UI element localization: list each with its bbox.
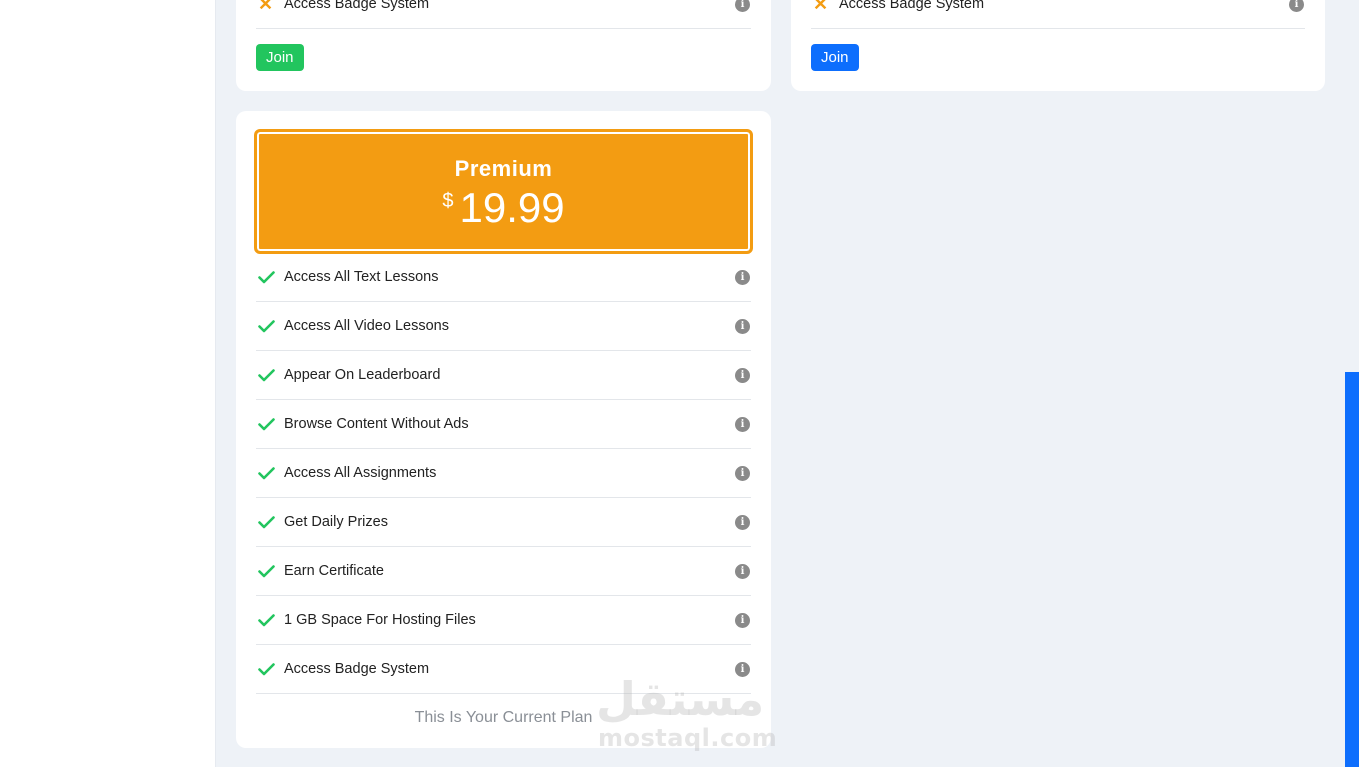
feature-row: Access All Text Lessons i (256, 253, 751, 302)
info-icon[interactable]: i (735, 465, 750, 481)
feature-label: Earn Certificate (284, 563, 384, 579)
info-icon[interactable]: i (735, 367, 750, 383)
feature-label: Get Daily Prizes (284, 514, 388, 530)
current-plan-label: This Is Your Current Plan (414, 709, 593, 726)
feature-row: Access Badge System i (256, 645, 751, 694)
feature-row: ✕ Access Badge System i (811, 0, 1305, 29)
info-icon[interactable]: i (735, 514, 750, 530)
info-icon[interactable]: i (735, 612, 750, 628)
cross-icon: ✕ (813, 0, 829, 14)
plan-title: Premium (454, 156, 553, 181)
currency-symbol: $ (442, 190, 454, 212)
feature-row: ✕ Access Badge System i (256, 0, 751, 29)
check-icon (256, 417, 284, 431)
feature-row: Earn Certificate i (256, 547, 751, 596)
feature-label: Access Badge System (839, 0, 985, 12)
join-button[interactable]: Join (256, 44, 304, 71)
feature-label: Access All Text Lessons (284, 269, 439, 285)
check-icon (256, 564, 284, 578)
feature-label: Access Badge System (284, 0, 430, 12)
check-icon (256, 319, 284, 333)
feature-row: Browse Content Without Ads i (256, 400, 751, 449)
check-icon (256, 368, 284, 382)
feature-label: Access All Assignments (284, 465, 437, 481)
cross-icon: ✕ (258, 0, 274, 14)
feature-label: Appear On Leaderboard (284, 367, 441, 383)
feature-row: Get Daily Prizes i (256, 498, 751, 547)
feature-label: Access Badge System (284, 661, 430, 677)
feature-row: 1 GB Space For Hosting Files i (256, 596, 751, 645)
plan-card-free: ✕ Access Badge System i Join (236, 0, 771, 91)
sidebar (0, 0, 216, 767)
feature-row: Access All Assignments i (256, 449, 751, 498)
feature-row: Appear On Leaderboard i (256, 351, 751, 400)
info-icon[interactable]: i (735, 318, 750, 334)
plan-card-premium: Premium $19.99 Access All Text Lessons i A… (236, 111, 771, 748)
check-icon (256, 662, 284, 676)
check-icon (256, 515, 284, 529)
info-icon[interactable]: i (735, 269, 750, 285)
scrollbar-thumb[interactable] (1345, 372, 1359, 767)
feature-row: Access All Video Lessons i (256, 302, 751, 351)
info-icon[interactable]: i (735, 661, 750, 677)
check-icon (256, 466, 284, 480)
info-icon[interactable]: i (1289, 0, 1304, 12)
plan-card-standard: ✕ Access Badge System i Join (791, 0, 1325, 91)
feature-label: Browse Content Without Ads (284, 416, 469, 432)
premium-header: Premium $19.99 (254, 129, 753, 254)
price-amount: 19.99 (459, 184, 565, 231)
info-icon[interactable]: i (735, 0, 750, 12)
plan-price: $19.99 (257, 184, 750, 232)
join-button[interactable]: Join (811, 44, 859, 71)
feature-label: Access All Video Lessons (284, 318, 449, 334)
check-icon (256, 613, 284, 627)
check-icon (256, 270, 284, 284)
info-icon[interactable]: i (735, 416, 750, 432)
feature-label: 1 GB Space For Hosting Files (284, 612, 476, 628)
info-icon[interactable]: i (735, 563, 750, 579)
